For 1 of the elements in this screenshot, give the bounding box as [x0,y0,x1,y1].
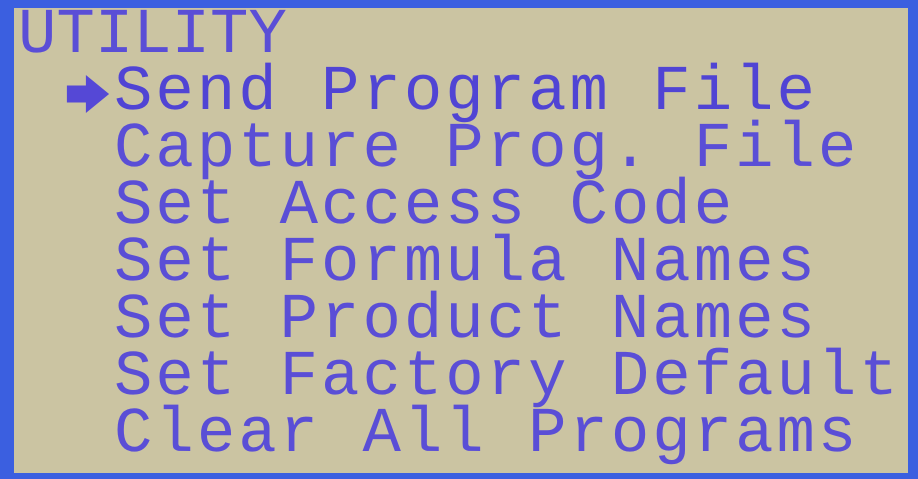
menu-item[interactable]: Clear All Programs [114,407,860,464]
